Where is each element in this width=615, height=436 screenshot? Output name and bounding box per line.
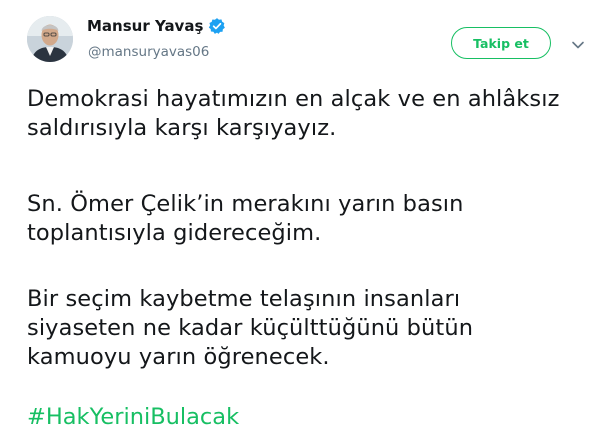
verified-badge-icon: [208, 17, 226, 35]
tweet-text-line: kamuoyu yarın öğrenecek.: [27, 344, 330, 370]
author-handle[interactable]: @mansuryavas06: [88, 44, 209, 60]
tweet-card: Mansur Yavaş @mansuryavas06 Takip et Dem…: [0, 0, 615, 436]
tweet-text-line: Bir seçim kaybetme telaşının insanları: [27, 286, 461, 312]
tweet-text-line: toplantısıyla gidereceğim.: [27, 220, 322, 246]
author-avatar[interactable]: [27, 16, 73, 62]
chevron-down-icon[interactable]: [571, 37, 585, 51]
author-display-name[interactable]: Mansur Yavaş: [87, 17, 203, 35]
tweet-text-line: Demokrasi hayatımızın en alçak ve en ahl…: [27, 86, 560, 112]
user-avatar-icon: [27, 16, 73, 62]
tweet-paragraph: Sn. Ömer Çelik’in merakını yarın basın t…: [27, 190, 607, 248]
follow-button[interactable]: Takip et: [451, 27, 551, 59]
tweet-text-line: Sn. Ömer Çelik’in merakını yarın basın: [27, 191, 464, 217]
tweet-paragraph: Bir seçim kaybetme telaşının insanları s…: [27, 285, 607, 372]
tweet-text-line: siyaseten ne kadar küçülttüğünü bütün: [27, 315, 474, 341]
author-name-row[interactable]: Mansur Yavaş: [87, 17, 226, 35]
tweet-text-line: saldırısıyla karşı karşıyayız.: [27, 115, 337, 141]
hashtag-link[interactable]: #HakYeriniBulacak: [27, 403, 239, 432]
tweet-paragraph: Demokrasi hayatımızın en alçak ve en ahl…: [27, 85, 607, 143]
